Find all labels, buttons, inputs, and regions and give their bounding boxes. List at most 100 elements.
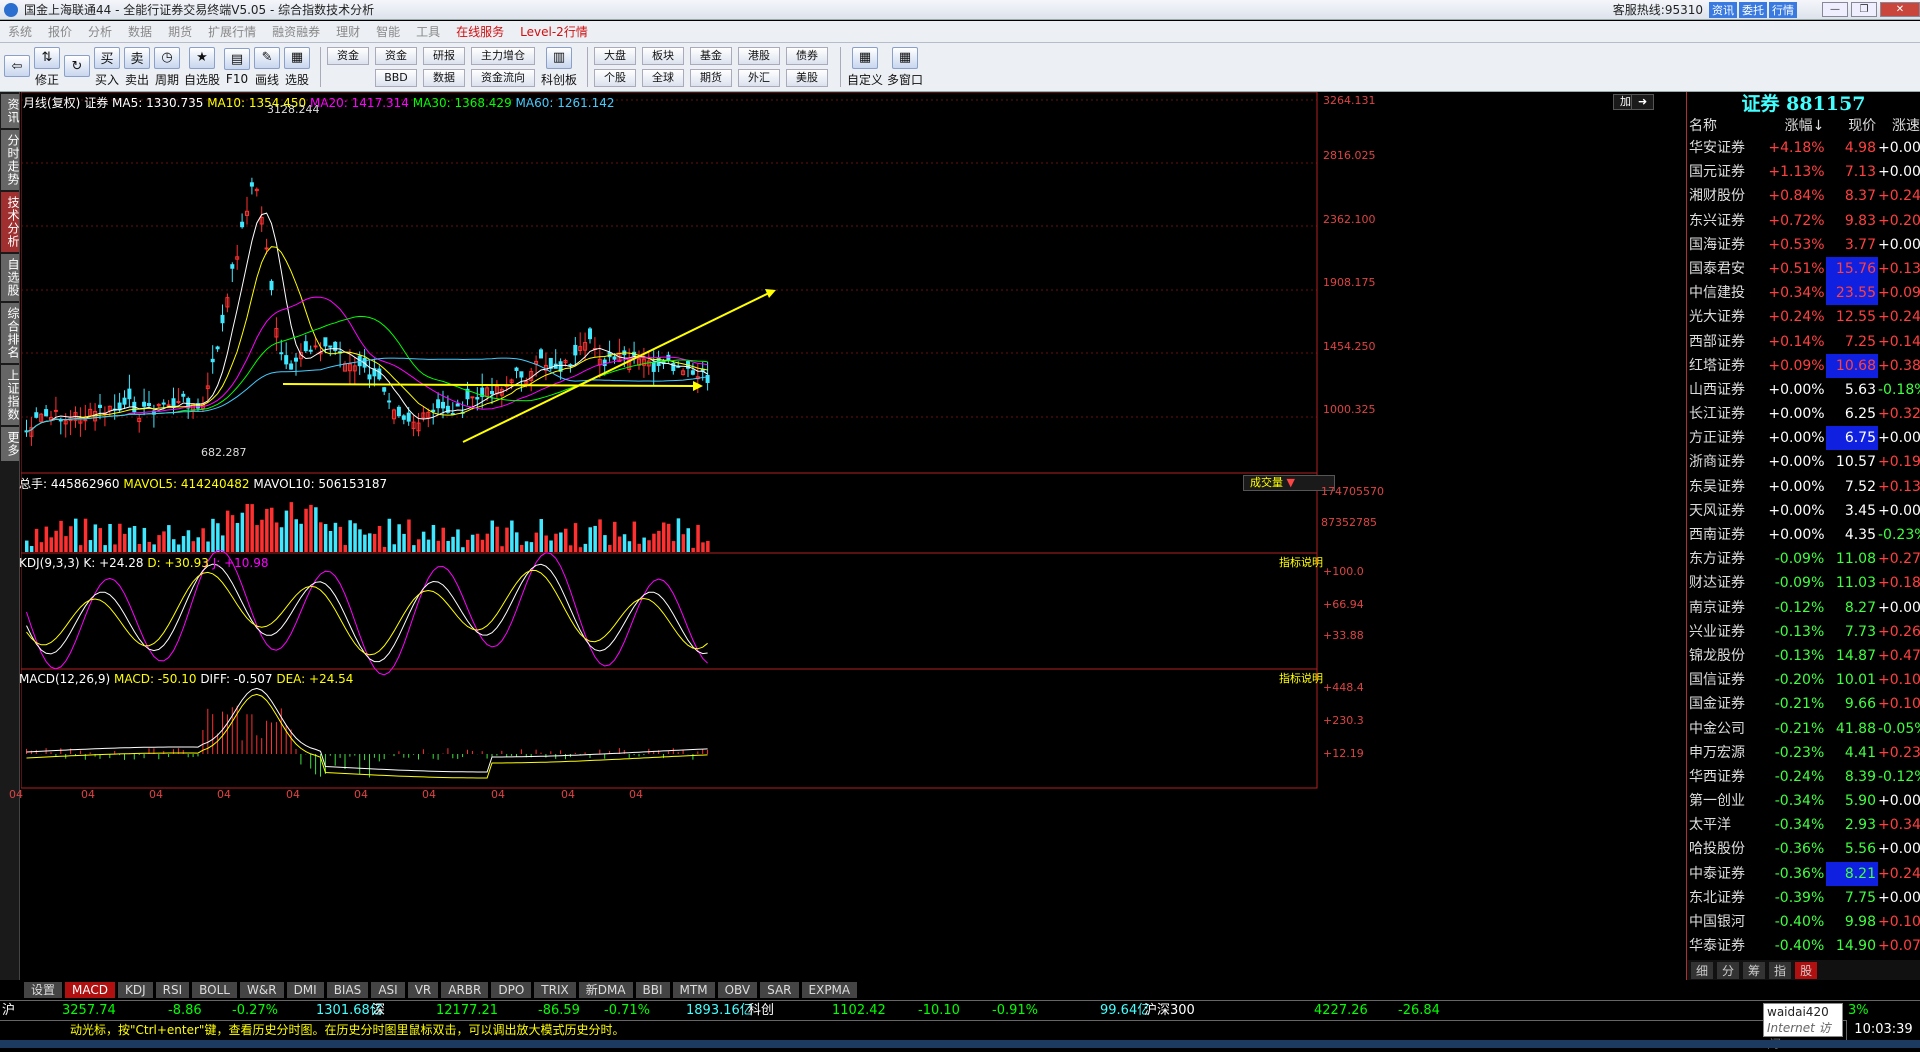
col-name[interactable]: 名称 [1687, 116, 1769, 136]
sector-row[interactable]: 国海证券 +0.53% 3.77+0.00% [1687, 233, 1920, 257]
toolbar-screen-button[interactable]: ▦ 选股 [284, 45, 311, 89]
indicator-tab-16[interactable]: OBV [717, 982, 758, 998]
toolbar-f10-button[interactable]: ▤ F10 [224, 45, 251, 89]
toolbar-buy-button[interactable]: 买买入 [94, 45, 120, 89]
toolbar-market-btn-5[interactable]: 个股 [594, 69, 637, 87]
toolbar-btn-4[interactable]: 数据 [423, 69, 466, 87]
toolbar-multiwindow-button[interactable]: ▦ 多窗口 [887, 45, 923, 89]
toolbar-adjust-button[interactable]: ⇅ 修正 [34, 45, 60, 89]
left-tab-watch[interactable]: 自选股 [1, 254, 20, 301]
sector-row[interactable]: 中泰证券 -0.36%8.21+0.24% [1687, 861, 1920, 886]
toolbar-draw-button[interactable]: ✎ 画线 [254, 45, 281, 89]
indicator-tab-4[interactable]: BOLL [192, 982, 237, 998]
indicator-tab-11[interactable]: DPO [491, 982, 532, 998]
sector-row[interactable]: 太平洋 -0.34% 2.93+0.34% [1687, 813, 1920, 837]
sector-row[interactable]: 长江证券 +0.00% 6.25+0.32% [1687, 402, 1920, 426]
toolbar-refresh-button[interactable]: ↻ [64, 45, 90, 89]
menu-data[interactable]: 数据 [128, 23, 152, 40]
toolbar-market-btn-4[interactable]: 债券 [786, 47, 829, 65]
indicator-tab-17[interactable]: SAR [760, 982, 799, 998]
sector-row[interactable]: 第一创业 -0.34% 5.90+0.00% [1687, 789, 1920, 813]
sector-row[interactable]: 国信证券 -0.20% 10.01+0.10% [1687, 668, 1920, 692]
toolbar-period-button[interactable]: ◷ 周期 [154, 45, 180, 89]
indicator-tab-15[interactable]: MTM [672, 982, 715, 998]
sector-row[interactable]: 红塔证券 +0.09%10.68+0.38% [1687, 353, 1920, 378]
toolbar-market-btn-3[interactable]: 港股 [738, 47, 781, 65]
sector-row[interactable]: 兴业证券 -0.13% 7.73+0.26% [1687, 620, 1920, 644]
kline-chart-svg[interactable] [20, 91, 1686, 978]
indicator-tab-7[interactable]: BIAS [326, 982, 369, 998]
toolbar-btn-grp1-0[interactable]: 资金 [327, 47, 370, 65]
indicator-tab-0[interactable]: 设置 [24, 982, 63, 998]
menu-analysis[interactable]: 分析 [88, 23, 112, 40]
toolbar-market-btn-6[interactable]: 全球 [642, 69, 685, 87]
sector-row[interactable]: 中信建投 +0.34%23.55+0.09% [1687, 281, 1920, 306]
indicator-tab-18[interactable]: EXPMA [801, 982, 858, 998]
menu-level2[interactable]: Level-2行情 [520, 23, 588, 40]
toolbar-market-btn-7[interactable]: 期货 [690, 69, 733, 87]
sector-row[interactable]: 光大证券+0.24%12.55+0.24% [1687, 305, 1920, 329]
toolbar-kcb-button[interactable]: ▥ 科创板 [541, 45, 577, 89]
left-tab-sh[interactable]: 上证指数 [1, 365, 20, 425]
indicator-tab-3[interactable]: RSI [155, 982, 190, 998]
toolbar-market-btn-0[interactable]: 大盘 [594, 47, 637, 65]
close-button[interactable]: ✕ [1880, 2, 1920, 17]
menu-futures[interactable]: 期货 [168, 23, 192, 40]
menu-margin[interactable]: 融资融券 [272, 23, 320, 40]
sector-row[interactable]: 南京证券 -0.12% 8.27+0.00% [1687, 596, 1920, 620]
toolbar-market-btn-2[interactable]: 基金 [690, 47, 733, 65]
menu-system[interactable]: 系统 [8, 23, 32, 40]
sector-tab-0[interactable]: 细 [1691, 961, 1714, 979]
macd-explain-button[interactable]: 指标说明 [1273, 672, 1329, 686]
toolbar-back-button[interactable]: ⇦ [4, 45, 30, 89]
menu-ext[interactable]: 扩展行情 [208, 23, 256, 40]
left-tab-rank[interactable]: 综合排名 [1, 303, 20, 363]
toolbar-market-btn-1[interactable]: 板块 [642, 47, 685, 65]
toolbar-btn-3[interactable]: BBD [375, 69, 418, 87]
toolbar-market-btn-8[interactable]: 外汇 [738, 69, 781, 87]
sector-row[interactable]: 国泰君安 +0.51%15.76+0.13% [1687, 256, 1920, 282]
sector-row[interactable]: 方正证券 +0.00%6.75+0.00% [1687, 426, 1920, 451]
sector-tab-1[interactable]: 分 [1717, 961, 1740, 979]
left-tab-news[interactable]: 资讯 [1, 94, 20, 128]
sector-row[interactable]: 国金证券 -0.21% 9.66+0.10% [1687, 692, 1920, 716]
sector-row[interactable]: 中国银河 -0.40% 9.98+0.10% [1687, 910, 1920, 934]
sector-row[interactable]: 西南证券 +0.00% 4.35-0.23% [1687, 523, 1920, 547]
col-change[interactable]: 涨幅↓ [1769, 116, 1827, 136]
toolbar-custom-button[interactable]: ▦ 自定义 [847, 45, 883, 89]
left-tab-intraday[interactable]: 分时走势 [1, 130, 20, 190]
sector-row[interactable]: 申万宏源 -0.23% 4.41+0.23% [1687, 741, 1920, 765]
indicator-tab-9[interactable]: VR [407, 982, 439, 998]
sector-tab-4[interactable]: 股 [1795, 961, 1818, 979]
sector-row[interactable]: 湘财股份 +0.84% 8.37+0.24% [1687, 184, 1920, 208]
indicator-tab-6[interactable]: DMI [286, 982, 324, 998]
sector-row[interactable]: 锦龙股份 -0.13% 14.87+0.47% [1687, 644, 1920, 668]
toolbar-btn-0[interactable]: 资金 [375, 47, 418, 65]
sector-row[interactable]: 天风证券+0.00%3.45+0.00% [1687, 499, 1920, 523]
left-tab-more[interactable]: 更多 [1, 427, 20, 461]
sector-row[interactable]: 哈投股份 -0.36% 5.56+0.00% [1687, 837, 1920, 861]
sector-row[interactable]: 山西证券 +0.00% 5.63-0.18% [1687, 378, 1920, 402]
toolbar-btn-2[interactable]: 主力增仓 [471, 47, 536, 65]
sector-tab-3[interactable]: 指 [1769, 961, 1792, 979]
indicator-tab-13[interactable]: 新DMA [578, 982, 633, 998]
sector-tab-2[interactable]: 筹 [1743, 961, 1766, 979]
sector-row[interactable]: 东兴证券 +0.72% 9.83+0.20% [1687, 209, 1920, 233]
sector-row[interactable]: 中金公司 -0.21% 41.88-0.05% [1687, 717, 1920, 741]
col-price[interactable]: 现价 [1826, 116, 1878, 136]
menu-finance[interactable]: 理财 [336, 23, 360, 40]
indicator-tab-12[interactable]: TRIX [534, 982, 576, 998]
sector-row[interactable]: 华泰证券 -0.40% 14.90+0.07% [1687, 934, 1920, 958]
indicator-tab-8[interactable]: ASI [371, 982, 405, 998]
menu-quote[interactable]: 报价 [48, 23, 72, 40]
sector-row[interactable]: 东北证券 -0.39% 7.75+0.00% [1687, 886, 1920, 910]
sector-row[interactable]: 财达证券 -0.09% 11.03+0.18% [1687, 571, 1920, 595]
sector-row[interactable]: 浙商证券 +0.00% 10.57+0.19% [1687, 450, 1920, 474]
minimize-button[interactable]: — [1822, 2, 1848, 17]
left-tab-tech[interactable]: 技术分析 [1, 192, 20, 252]
menu-online[interactable]: 在线服务 [456, 23, 504, 40]
toolbar-btn-1[interactable]: 研报 [423, 47, 466, 65]
restore-button[interactable]: ❐ [1851, 2, 1877, 17]
col-speed[interactable]: 涨速 [1878, 116, 1920, 136]
sector-row[interactable]: 东方证券 -0.09% 11.08+0.27% [1687, 547, 1920, 571]
